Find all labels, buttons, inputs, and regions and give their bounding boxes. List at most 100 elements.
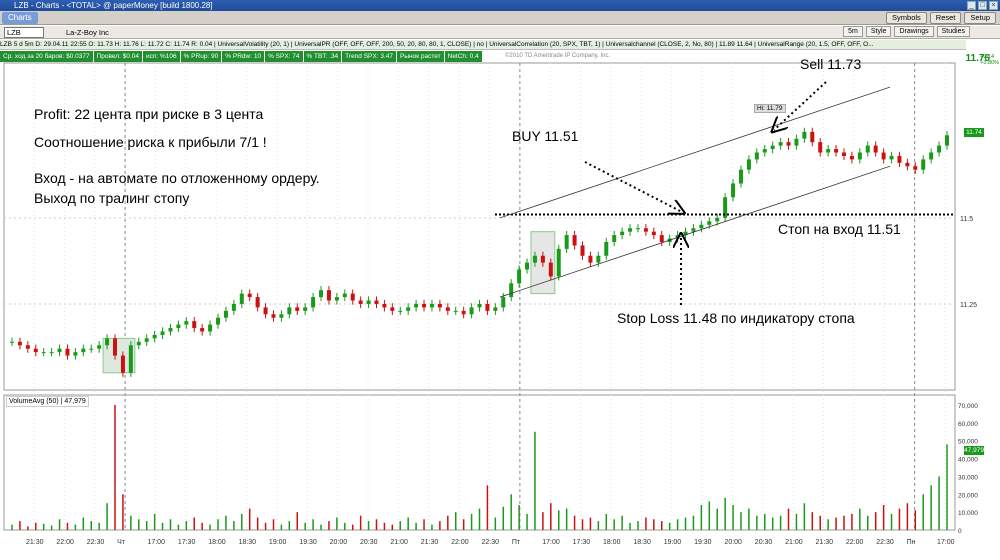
candle-body	[358, 300, 363, 304]
candle-body	[437, 303, 442, 308]
candle-body	[303, 307, 308, 311]
candle-body	[65, 348, 70, 356]
price-tick-label: 11.25	[960, 302, 977, 309]
candle-body	[33, 348, 38, 353]
candle-body	[263, 307, 268, 315]
volume-study-label[interactable]: VolumeAvg (50) | 47,979	[6, 396, 89, 407]
candle-body	[921, 159, 926, 170]
volume-tick-label: 10,000	[958, 510, 978, 517]
candle-body	[849, 155, 854, 160]
time-tick-label: 17:30	[573, 539, 591, 546]
high-marker: Hi: 11.79	[754, 104, 786, 113]
annotation-entry: Вход - на автомате по отложенному ордеру…	[34, 170, 320, 186]
time-tick-label: 22:30	[876, 539, 894, 546]
candle-body	[786, 142, 791, 146]
time-tick-label: 22:00	[56, 539, 74, 546]
time-tick-label: 22:30	[482, 539, 500, 546]
candle-body	[239, 293, 244, 304]
candle-body	[128, 345, 133, 373]
time-tick-label: 21:00	[785, 539, 803, 546]
candle-body	[612, 235, 617, 242]
volume-tick-label: 60,000	[958, 421, 978, 428]
volume-tick-label: 30,000	[958, 474, 978, 481]
time-tick-label: 18:30	[239, 539, 257, 546]
candle-body	[382, 303, 387, 308]
candle-body	[208, 324, 213, 332]
time-tick-label: 17:00	[937, 539, 955, 546]
annotation-sell: Sell 11.73	[800, 56, 862, 72]
time-tick-label: 18:00	[603, 539, 621, 546]
candle-body	[945, 135, 949, 146]
candle-body	[905, 162, 910, 167]
candle-body	[279, 314, 284, 318]
candle-body	[406, 307, 411, 311]
candle-body	[746, 159, 751, 170]
candle-body	[857, 152, 862, 160]
candle-body	[826, 149, 831, 153]
candle-body	[865, 145, 870, 153]
candle-body	[929, 152, 934, 160]
candle-body	[778, 142, 783, 146]
time-tick-label: 20:00	[724, 539, 742, 546]
candle-body	[350, 293, 355, 301]
candle-body	[754, 152, 759, 160]
candle-body	[485, 303, 490, 311]
candle-body	[445, 307, 450, 311]
candle-body	[287, 307, 292, 315]
candle-body	[643, 228, 648, 232]
candle-body	[659, 235, 664, 242]
candle-body	[651, 231, 656, 236]
candle-body	[873, 145, 878, 153]
candle-body	[493, 307, 498, 311]
time-tick-label: Пн	[907, 539, 916, 546]
candle-body	[184, 321, 189, 325]
candle-body	[168, 328, 173, 332]
time-tick-label: 17:00	[147, 539, 165, 546]
candle-body	[469, 307, 474, 315]
annotation-stop-entry: Стоп на вход 11.51	[778, 221, 901, 237]
candle-body	[707, 221, 712, 225]
price-chart[interactable]: 11.5 11.25 70,000 60,000 50,000 40,000 30,000 2…	[0, 0, 1000, 560]
candle-body	[216, 317, 221, 325]
price-tick-label: 11.5	[960, 216, 973, 223]
candle-body	[271, 314, 276, 318]
candle-body	[342, 293, 347, 298]
time-tick-label: 21:30	[26, 539, 44, 546]
candle-body	[81, 348, 86, 353]
candle-body	[10, 341, 14, 343]
candle-body	[715, 217, 720, 222]
time-tick-label: 21:30	[421, 539, 439, 546]
candle-body	[841, 152, 846, 156]
candle-body	[889, 155, 894, 160]
candle-body	[881, 152, 886, 160]
candle-body	[57, 348, 62, 353]
candle-body	[311, 297, 316, 308]
candle-body	[588, 255, 593, 263]
candle-body	[596, 255, 601, 263]
candle-body	[699, 224, 704, 229]
time-tick-label: 22:00	[451, 539, 469, 546]
candle-body	[818, 142, 823, 153]
candle-body	[17, 341, 22, 346]
volume-tick-label: 40,000	[958, 457, 978, 464]
time-tick-label: 17:00	[542, 539, 560, 546]
candle-body	[628, 228, 633, 232]
candle-body	[144, 338, 149, 342]
annotation-buy: BUY 11.51	[512, 128, 579, 144]
candle-body	[620, 231, 625, 236]
candle-body	[802, 131, 807, 139]
candle-body	[517, 269, 522, 284]
candle-body	[501, 297, 506, 308]
annotation-exit: Выход по тралинг стопу	[34, 190, 190, 206]
annotation-profit: Profit: 22 цента при риске в 3 цента	[34, 106, 264, 122]
time-tick-label: 20:30	[360, 539, 378, 546]
candle-body	[770, 145, 775, 150]
candle-body	[604, 241, 609, 256]
time-tick-label: 19:30	[694, 539, 712, 546]
candle-body	[120, 355, 125, 373]
candle-body	[25, 345, 30, 349]
volume-tick-label: 0	[958, 528, 962, 535]
candle-body	[429, 303, 434, 308]
candle-body	[762, 149, 767, 153]
time-tick-label: 22:30	[87, 539, 105, 546]
